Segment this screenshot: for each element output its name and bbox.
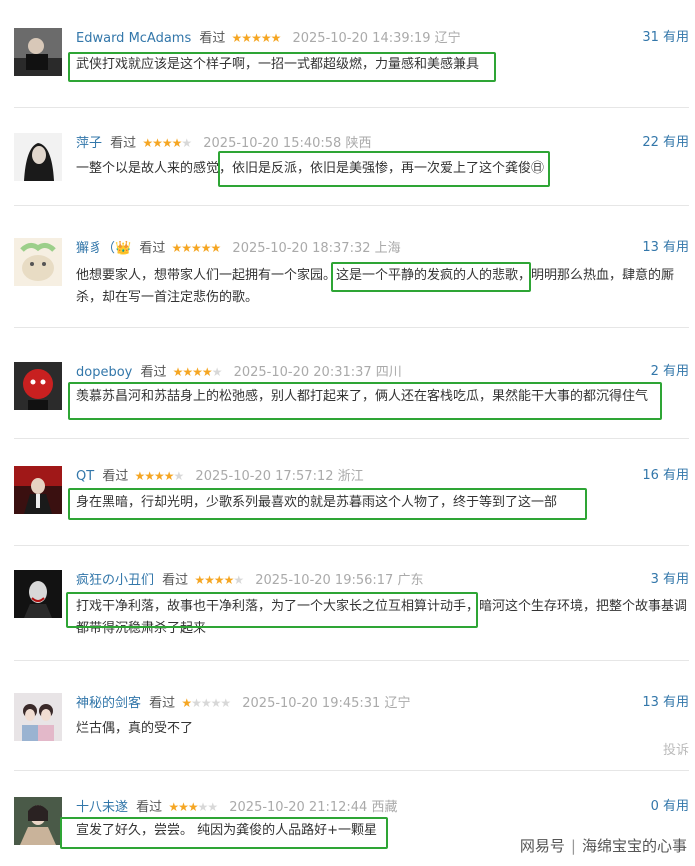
report-link[interactable]: 投诉 (663, 739, 689, 758)
review-time: 2025-10-20 17:57:12 浙江 (195, 469, 364, 484)
review-time: 2025-10-20 19:45:31 辽宁 (242, 696, 411, 711)
useful-vote-button[interactable]: 13 有用 (642, 238, 689, 258)
watermark: 网易号 | 海绵宝宝的心事 (520, 835, 687, 856)
review-content: 烂古偶，真的受不了 (76, 721, 194, 736)
avatar[interactable] (14, 28, 62, 76)
useful-vote-button[interactable]: 3 有用 (651, 570, 689, 590)
rating-stars: ★★★★★ (134, 469, 184, 483)
user-name-link[interactable]: dopeboy (76, 365, 132, 380)
watched-label: 看过 (139, 241, 166, 256)
divider (14, 660, 689, 661)
rating-stars: ★★★★★ (168, 800, 218, 814)
user-name-link[interactable]: 神秘的剑客 (76, 696, 141, 711)
review-meta: 神秘的剑客 看过 ★★★★★ 2025-10-20 19:45:31 辽宁 (76, 693, 410, 713)
review-content: 身在黑暗，行却光明，少歌系列最喜欢的就是苏暮雨这个人物了，终于等到了这一部 (76, 495, 558, 510)
useful-vote-button[interactable]: 0 有用 (651, 797, 689, 817)
divider (14, 327, 689, 328)
review-content: 武侠打戏就应该是这个样子啊，一招一式都超级燃，力量感和美感兼具 (76, 57, 480, 72)
review-time: 2025-10-20 15:40:58 陕西 (203, 136, 372, 151)
review-time: 2025-10-20 14:39:19 辽宁 (292, 31, 461, 46)
review-content: 打戏干净利落，故事也干净利落，为了一个大家长之位互相算计动手，暗河这个生存环境，… (76, 599, 688, 636)
review-meta: QT 看过 ★★★★★ 2025-10-20 17:57:12 浙江 (76, 466, 364, 486)
user-name-link[interactable]: 萍子 (76, 136, 102, 151)
review-meta: dopeboy 看过 ★★★★★ 2025-10-20 20:31:37 四川 (76, 362, 402, 382)
watermark-divider: | (570, 837, 576, 855)
review-meta: 疯狂の小丑们 看过 ★★★★★ 2025-10-20 19:56:17 广东 (76, 570, 423, 590)
useful-vote-button[interactable]: 16 有用 (642, 466, 689, 486)
divider (14, 205, 689, 206)
divider (14, 770, 689, 771)
review-meta: 十八未遂 看过 ★★★★★ 2025-10-20 21:12:44 西藏 (76, 797, 397, 817)
watched-label: 看过 (149, 696, 176, 711)
rating-stars: ★★★★★ (172, 365, 223, 379)
avatar[interactable] (14, 693, 62, 741)
divider (14, 545, 689, 546)
avatar[interactable] (14, 466, 62, 514)
user-name-link[interactable]: 十八未遂 (76, 800, 128, 815)
avatar[interactable] (14, 797, 62, 845)
useful-vote-button[interactable]: 13 有用 (642, 693, 689, 713)
useful-vote-button[interactable]: 2 有用 (651, 362, 689, 382)
review-content: 一整个以是故人来的感觉，依旧是反派，依旧是美强惨，再一次爱上了这个龚俊㊐ (76, 161, 545, 176)
review-content: 羡慕苏昌河和苏喆身上的松弛感，别人都打起来了，俩人还在客栈吃瓜，果然能干大事的都… (76, 389, 649, 404)
user-name-link[interactable]: QT (76, 469, 94, 484)
rating-stars: ★★★★★ (231, 31, 282, 45)
useful-vote-button[interactable]: 22 有用 (642, 133, 689, 153)
watched-label: 看过 (140, 365, 167, 380)
user-name-link[interactable]: 疯狂の小丑们 (76, 573, 154, 588)
watched-label: 看过 (110, 136, 137, 151)
review-content: 他想要家人，想带家人们一起拥有一个家园。这是一个平静的发疯的人的悲歌，明明那么热… (76, 268, 675, 305)
review-time: 2025-10-20 20:31:37 四川 (233, 365, 402, 380)
divider (14, 438, 689, 439)
user-name-link[interactable]: Edward McAdams (76, 31, 191, 46)
rating-stars: ★★★★★ (171, 241, 221, 255)
watched-label: 看过 (199, 31, 226, 46)
rating-stars: ★★★★★ (181, 696, 231, 710)
watermark-site: 网易号 (519, 837, 565, 855)
avatar[interactable] (14, 133, 62, 181)
watched-label: 看过 (102, 469, 129, 484)
review-time: 2025-10-20 19:56:17 广东 (255, 573, 424, 588)
rating-stars: ★★★★★ (142, 136, 192, 150)
user-name-link[interactable]: 獬豸（👑 (76, 241, 131, 256)
watched-label: 看过 (162, 573, 189, 588)
divider (14, 107, 689, 108)
review-meta: Edward McAdams 看过 ★★★★★ 2025-10-20 14:39… (76, 28, 461, 48)
review-time: 2025-10-20 18:37:32 上海 (232, 241, 401, 256)
avatar[interactable] (14, 570, 62, 618)
review-time: 2025-10-20 21:12:44 西藏 (229, 800, 398, 815)
avatar[interactable] (14, 238, 62, 286)
review-meta: 萍子 看过 ★★★★★ 2025-10-20 15:40:58 陕西 (76, 133, 371, 153)
avatar[interactable] (14, 362, 62, 410)
rating-stars: ★★★★★ (194, 573, 244, 587)
watched-label: 看过 (136, 800, 163, 815)
useful-vote-button[interactable]: 31 有用 (642, 28, 689, 48)
review-meta: 獬豸（👑 看过 ★★★★★ 2025-10-20 18:37:32 上海 (76, 238, 401, 258)
watermark-author: 海绵宝宝的心事 (581, 837, 687, 855)
